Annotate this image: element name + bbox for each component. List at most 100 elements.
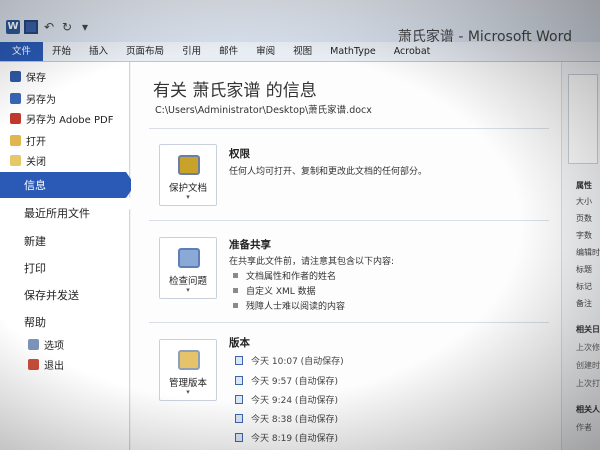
divider [149, 322, 549, 323]
property-label: 大小 [576, 197, 592, 206]
chevron-down-icon: ▾ [186, 388, 190, 396]
properties-header[interactable]: 属性 [576, 180, 592, 191]
nav-options-label: 选项 [44, 340, 64, 352]
nav-info[interactable]: 信息 [0, 172, 135, 198]
divider [149, 220, 549, 221]
nav-save-as-pdf[interactable]: 另存为 Adobe PDF [0, 110, 130, 126]
nav-print[interactable]: 打印 [0, 259, 130, 277]
bullet-icon [233, 273, 238, 278]
chevron-down-icon: ▾ [186, 286, 190, 294]
inspect-document-icon [178, 248, 200, 268]
list-item: 残障人士难以阅读的内容 [233, 299, 345, 312]
version-item[interactable]: 今天 9:24 (自动保存) [235, 393, 338, 406]
tab-references[interactable]: 引用 [173, 42, 210, 61]
nav-open-label: 打开 [26, 136, 46, 148]
prepare-item-label: 残障人士难以阅读的内容 [246, 302, 346, 312]
prepare-item-label: 文档属性和作者的姓名 [246, 272, 337, 282]
nav-help[interactable]: 帮助 [0, 313, 130, 331]
document-icon [235, 414, 243, 423]
tab-page-layout[interactable]: 页面布局 [117, 42, 173, 61]
nav-exit-label: 退出 [44, 360, 64, 372]
list-item: 自定义 XML 数据 [233, 284, 316, 297]
date-label: 上次打 [576, 379, 600, 388]
nav-save[interactable]: 保存 [0, 68, 130, 84]
permissions-text: 任何人均可打开、复制和更改此文档的任何部分。 [229, 167, 428, 177]
permissions-title: 权限 [229, 148, 250, 160]
nav-exit[interactable]: 退出 [0, 356, 130, 372]
nav-close[interactable]: 关闭 [0, 152, 130, 168]
nav-new[interactable]: 新建 [0, 232, 130, 250]
version-item[interactable]: 今天 8:38 (自动保存) [235, 412, 338, 425]
title-bar: W ↶ ↻ ▾ 萧氏家谱 - Microsoft Word [0, 0, 600, 45]
redo-icon[interactable]: ↻ [60, 20, 74, 34]
open-folder-icon [10, 134, 21, 146]
versions-title: 版本 [229, 337, 250, 349]
chevron-down-icon: ▾ [186, 193, 190, 201]
document-icon [235, 433, 243, 442]
version-item[interactable]: 今天 9:57 (自动保存) [235, 374, 338, 387]
customize-toolbar-icon[interactable]: ▾ [78, 20, 92, 34]
save-icon[interactable] [24, 20, 38, 34]
word-logo-icon[interactable]: W [6, 20, 20, 34]
tab-insert[interactable]: 插入 [80, 42, 117, 61]
ribbon-tabs: 文件 开始 插入 页面布局 引用 邮件 审阅 视图 MathType Acrob… [0, 42, 600, 62]
nav-save-as-label: 另存为 [26, 94, 56, 106]
document-icon [235, 356, 243, 365]
quick-access-toolbar: W ↶ ↻ ▾ [6, 18, 92, 36]
undo-icon[interactable]: ↶ [42, 20, 56, 34]
prepare-text: 在共享此文件前，请注意其包含以下内容: [229, 257, 395, 267]
version-item[interactable]: 今天 10:07 (自动保存) [235, 354, 344, 367]
adobe-pdf-icon [10, 112, 21, 124]
tab-acrobat[interactable]: Acrobat [385, 42, 440, 61]
related-people-header: 相关人员 [576, 405, 600, 414]
manage-versions-button[interactable]: 管理版本 ▾ [159, 339, 217, 401]
prepare-title: 准备共享 [229, 239, 271, 251]
tab-view[interactable]: 视图 [284, 42, 321, 61]
document-thumbnail[interactable] [568, 74, 598, 164]
info-panel: 有关 萧氏家谱 的信息 C:\Users\Administrator\Deskt… [131, 62, 561, 450]
version-label: 今天 9:57 (自动保存) [251, 377, 338, 387]
nav-save-as[interactable]: 另存为 [0, 90, 130, 106]
version-item[interactable]: 今天 8:19 (自动保存) [235, 431, 338, 444]
page-title: 有关 萧氏家谱 的信息 [153, 81, 317, 101]
document-versions-icon [178, 350, 200, 370]
backstage-nav: 保存 另存为 另存为 Adobe PDF 打开 关闭 信息 最近所用文件 新建 … [0, 62, 135, 450]
nav-save-label: 保存 [26, 72, 46, 84]
protect-document-label: 保护文档 [168, 183, 207, 194]
check-for-issues-label: 检查问题 [168, 276, 207, 287]
close-folder-icon [10, 154, 21, 166]
property-label: 标记 [576, 282, 592, 291]
save-icon [10, 70, 21, 82]
document-icon [235, 376, 243, 385]
document-icon [235, 395, 243, 404]
protect-document-button[interactable]: 保护文档 ▾ [159, 144, 217, 206]
property-label: 标题 [576, 265, 592, 274]
version-label: 今天 8:38 (自动保存) [251, 415, 338, 425]
tab-review[interactable]: 审阅 [247, 42, 284, 61]
divider [149, 128, 549, 129]
tab-mailings[interactable]: 邮件 [210, 42, 247, 61]
date-label: 上次修 [576, 343, 600, 352]
nav-save-send[interactable]: 保存并发送 [0, 286, 130, 304]
properties-panel: 属性 大小 页数 字数 编辑时 标题 标记 备注 相关日 上次修 创建时 上次打… [561, 62, 600, 450]
options-icon [28, 338, 39, 350]
lock-key-icon [178, 155, 200, 175]
nav-open[interactable]: 打开 [0, 132, 130, 148]
nav-recent[interactable]: 最近所用文件 [0, 204, 130, 222]
save-as-icon [10, 92, 21, 104]
prepare-item-label: 自定义 XML 数据 [246, 287, 316, 297]
related-dates-header: 相关日 [576, 325, 600, 334]
nav-save-as-pdf-label: 另存为 Adobe PDF [26, 114, 114, 126]
check-for-issues-button[interactable]: 检查问题 ▾ [159, 237, 217, 299]
date-label: 创建时 [576, 361, 600, 370]
bullet-icon [233, 288, 238, 293]
version-label: 今天 9:24 (自动保存) [251, 396, 338, 406]
exit-icon [28, 358, 39, 370]
nav-options[interactable]: 选项 [0, 336, 130, 352]
tab-home[interactable]: 开始 [43, 42, 80, 61]
tab-file[interactable]: 文件 [0, 42, 44, 61]
property-label: 页数 [576, 214, 592, 223]
author-label: 作者 [576, 423, 592, 432]
tab-mathtype[interactable]: MathType [321, 42, 385, 61]
file-path: C:\Users\Administrator\Desktop\萧氏家谱.docx [155, 105, 372, 116]
